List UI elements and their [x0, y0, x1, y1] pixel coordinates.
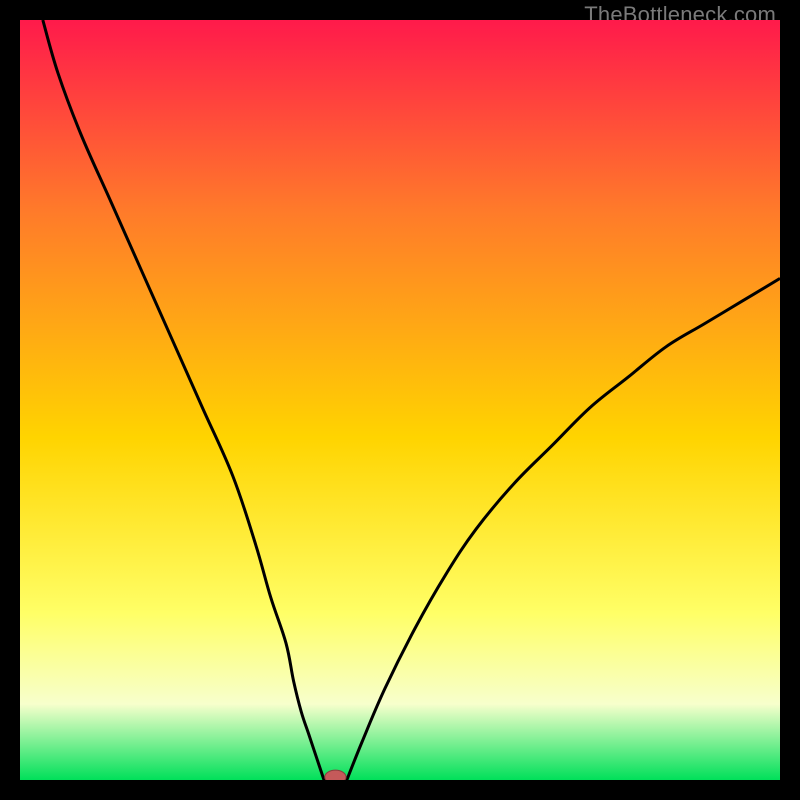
optimum-marker — [325, 770, 346, 780]
gradient-background — [20, 20, 780, 780]
bottleneck-chart — [20, 20, 780, 780]
chart-frame — [20, 20, 780, 780]
